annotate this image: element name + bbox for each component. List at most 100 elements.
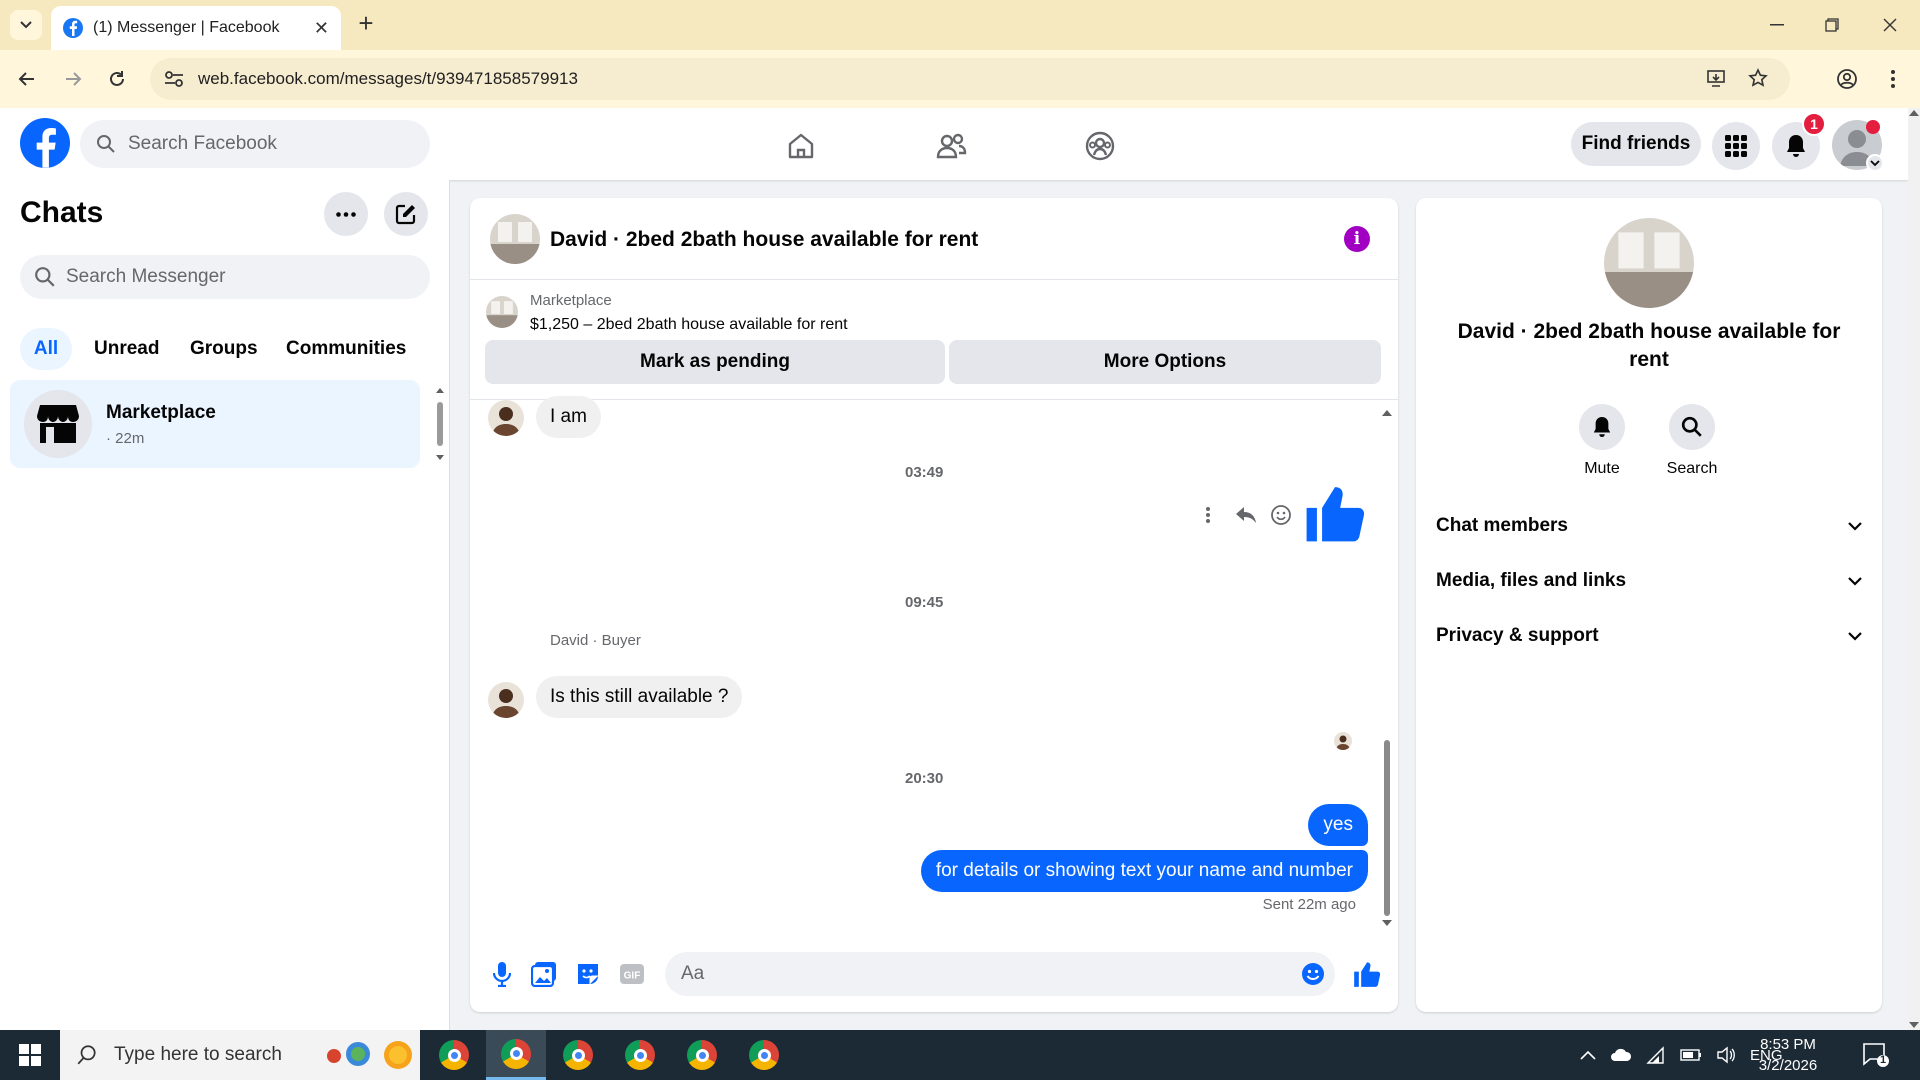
url-field[interactable]: web.facebook.com/messages/t/939471858579… — [150, 58, 1790, 100]
message-more-icon[interactable] — [1205, 506, 1211, 524]
listing-avatar[interactable] — [490, 214, 540, 264]
message-input[interactable]: Aa — [665, 952, 1335, 996]
start-button[interactable] — [0, 1030, 60, 1080]
react-emoji-icon[interactable] — [1270, 504, 1292, 526]
listing-avatar-large[interactable] — [1604, 218, 1694, 308]
groups-nav-button[interactable] — [1080, 126, 1120, 166]
reload-button[interactable] — [102, 64, 132, 94]
taskbar-chrome-profile-app[interactable] — [610, 1030, 670, 1080]
browser-tab[interactable]: (1) Messenger | Facebook ✕ — [51, 6, 341, 50]
chats-options-button[interactable] — [324, 192, 368, 236]
reply-icon[interactable] — [1235, 506, 1257, 524]
outgoing-message[interactable]: for details or showing text your name an… — [920, 850, 1368, 892]
emoji-picker-icon[interactable] — [1301, 962, 1325, 986]
conversation-panel: David · 2bed 2bath house available for r… — [470, 198, 1398, 1012]
search-conversation-button[interactable]: Search — [1652, 404, 1732, 478]
section-label: Privacy & support — [1436, 625, 1599, 646]
volume-icon[interactable] — [1716, 1046, 1736, 1064]
menu-button[interactable] — [1712, 122, 1760, 170]
facebook-logo-icon[interactable] — [20, 118, 70, 168]
taskbar-chrome-profile-app[interactable] — [486, 1030, 546, 1080]
browser-menu-button[interactable] — [1878, 64, 1908, 94]
chat-members-section[interactable]: Chat members — [1436, 506, 1862, 546]
voice-clip-icon[interactable] — [488, 960, 516, 988]
sender-avatar[interactable] — [488, 400, 524, 436]
mark-as-pending-button[interactable]: Mark as pending — [485, 340, 945, 384]
back-button[interactable] — [12, 64, 42, 94]
search-highlight-icon[interactable] — [320, 1036, 416, 1074]
section-label: Chat members — [1436, 515, 1568, 536]
chat-name: Marketplace — [106, 402, 216, 423]
facebook-search-input[interactable]: Search Facebook — [80, 120, 430, 168]
back-arrow-icon — [18, 72, 34, 86]
filter-groups[interactable]: Groups — [176, 328, 272, 370]
tab-close-icon[interactable]: ✕ — [314, 18, 329, 39]
home-nav-button[interactable] — [781, 126, 821, 166]
more-options-button[interactable]: More Options — [949, 340, 1381, 384]
incoming-message[interactable]: I am — [536, 396, 601, 438]
listing-title[interactable]: $1,250 – 2bed 2bath house available for … — [530, 316, 848, 334]
onedrive-cloud-icon[interactable] — [1610, 1048, 1632, 1062]
chevron-up-icon[interactable] — [1580, 1050, 1596, 1060]
new-message-button[interactable] — [384, 192, 428, 236]
chat-list-scrollbar[interactable] — [434, 386, 446, 462]
media-files-links-section[interactable]: Media, files and links — [1436, 561, 1862, 601]
privacy-support-section[interactable]: Privacy & support — [1436, 616, 1862, 656]
chevron-down-icon — [20, 21, 32, 29]
taskbar-chrome-profile-app[interactable] — [672, 1030, 732, 1080]
account-chevron-icon[interactable] — [1866, 154, 1884, 172]
taskbar-chrome-profile-app[interactable] — [734, 1030, 794, 1080]
restore-button[interactable] — [1812, 10, 1852, 40]
send-like-icon[interactable] — [1353, 960, 1381, 988]
listing-thumbnail[interactable] — [486, 296, 518, 328]
taskbar-chrome-app[interactable] — [424, 1030, 484, 1080]
battery-icon[interactable] — [1680, 1049, 1702, 1061]
compose-icon — [395, 204, 416, 225]
minimize-button[interactable] — [1757, 10, 1797, 40]
close-window-button[interactable] — [1870, 10, 1910, 40]
more-horizontal-icon — [336, 211, 356, 217]
home-icon — [788, 133, 814, 159]
room-photo-icon — [490, 214, 540, 264]
friends-nav-button[interactable] — [931, 126, 971, 166]
filter-communities[interactable]: Communities — [272, 328, 420, 370]
taskbar-search-placeholder: Type here to search — [114, 1044, 282, 1065]
facebook-top-nav: Search Facebook Find friends 1 — [0, 108, 1908, 180]
find-friends-button[interactable]: Find friends — [1571, 122, 1701, 166]
install-app-icon[interactable] — [1706, 68, 1726, 88]
messenger-search-input[interactable]: Search Messenger — [20, 255, 430, 299]
taskbar-search-input[interactable]: Type here to search — [60, 1030, 420, 1080]
filter-all[interactable]: All — [20, 328, 72, 370]
outgoing-message[interactable]: yes — [1308, 804, 1368, 846]
wifi-icon[interactable] — [1646, 1046, 1666, 1064]
mute-button[interactable]: Mute — [1562, 404, 1642, 478]
attach-photo-icon[interactable] — [530, 960, 558, 988]
storefront-icon — [37, 405, 79, 443]
chevron-down-icon — [1848, 576, 1862, 586]
tab-search-button[interactable] — [10, 10, 42, 40]
search-label: Search — [1666, 460, 1718, 477]
conversation-info-icon[interactable]: i — [1344, 226, 1370, 252]
taskbar-clock[interactable]: 8:53 PM 3/2/2026 — [1746, 1034, 1830, 1076]
message-scrollbar[interactable] — [1380, 408, 1394, 928]
new-tab-button[interactable]: + — [352, 10, 380, 38]
chat-list-item-marketplace[interactable]: Marketplace · 22m — [10, 380, 420, 468]
incoming-message[interactable]: Is this still available ? — [536, 676, 743, 718]
read-receipt-avatar — [1334, 732, 1352, 750]
conversation-title[interactable]: David · 2bed 2bath house available for r… — [550, 228, 978, 252]
gif-icon[interactable]: GIF — [618, 960, 646, 988]
chrome-icon — [563, 1040, 593, 1070]
bell-icon — [1787, 135, 1805, 157]
sender-avatar[interactable] — [488, 682, 524, 718]
bookmark-star-icon[interactable] — [1748, 68, 1768, 88]
profile-button[interactable] — [1832, 64, 1862, 94]
taskbar-chrome-profile-app[interactable] — [548, 1030, 608, 1080]
filter-unread[interactable]: Unread — [80, 328, 173, 370]
action-center-icon[interactable]: 1 — [1862, 1042, 1890, 1068]
forward-button[interactable] — [58, 64, 88, 94]
sticker-icon[interactable] — [574, 960, 602, 988]
page-scrollbar[interactable] — [1908, 108, 1920, 1030]
chrome-icon — [501, 1038, 531, 1069]
search-icon — [35, 267, 55, 287]
sent-like-icon[interactable] — [1304, 482, 1366, 544]
